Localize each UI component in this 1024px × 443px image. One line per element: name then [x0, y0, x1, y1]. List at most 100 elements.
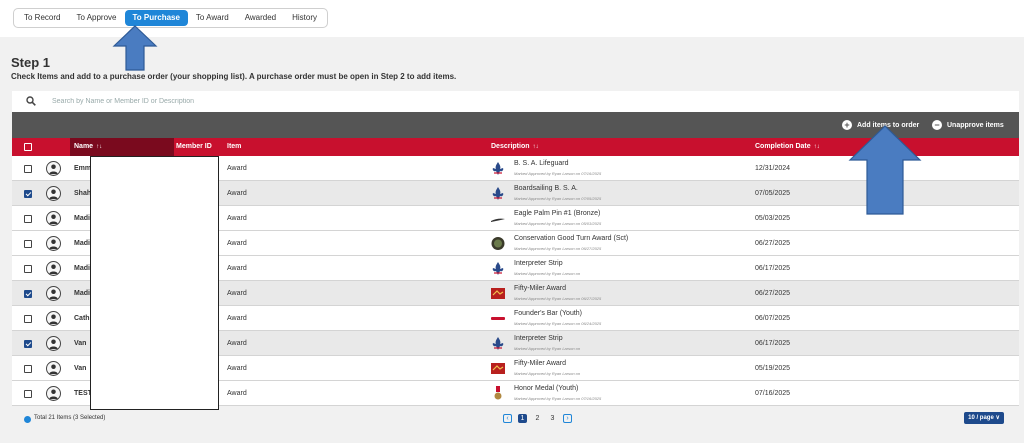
info-icon — [24, 416, 31, 423]
approval-note: Marked Approved by Ryan Larson on — [514, 271, 581, 276]
column-header-name[interactable]: Name ↑↓ — [74, 138, 102, 156]
total-items-count: Total 21 Items (3 Selected) — [34, 415, 106, 421]
completion-date: 06/07/2025 — [755, 315, 791, 322]
minus-icon: − — [932, 120, 942, 130]
annotation-arrow-up-tab — [112, 25, 158, 71]
page-1[interactable]: 1 — [518, 414, 527, 423]
step-instructions: Check Items and add to a purchase order … — [11, 72, 457, 81]
approval-note: Marked Approved by Ryan Larson on — [514, 371, 581, 376]
search-icon — [26, 96, 36, 106]
row-checkbox[interactable] — [24, 190, 32, 198]
item-type: Award — [227, 390, 247, 397]
tab-to-record[interactable]: To Record — [16, 10, 68, 26]
item-type: Award — [227, 365, 247, 372]
member-name: Madi — [74, 265, 90, 272]
bar-pin-icon — [490, 311, 506, 326]
sort-icon: ↑↓ — [96, 144, 103, 150]
page-size-select[interactable]: 10 / page ∨ — [964, 412, 1004, 424]
member-name: Shah — [74, 190, 92, 197]
sort-icon: ↑↓ — [813, 144, 820, 150]
item-type: Award — [227, 190, 247, 197]
completion-date: 05/03/2025 — [755, 215, 791, 222]
completion-date: 07/16/2025 — [755, 390, 791, 397]
approval-note: Marked Approved by Ryan Larson on 07/16/… — [514, 171, 602, 176]
avatar-icon — [46, 286, 61, 301]
member-name: Van — [74, 365, 87, 372]
red-patch-icon — [490, 286, 506, 301]
row-checkbox[interactable] — [24, 390, 32, 398]
avatar-icon — [46, 361, 61, 376]
tab-awarded[interactable]: Awarded — [237, 10, 284, 26]
row-checkbox[interactable] — [24, 365, 32, 373]
avatar-icon — [46, 161, 61, 176]
member-name: Van — [74, 340, 87, 347]
item-type: Award — [227, 165, 247, 172]
unapprove-items-button[interactable]: − Unapprove items — [932, 119, 1004, 131]
tab-to-award[interactable]: To Award — [188, 10, 237, 26]
avatar-icon — [46, 186, 61, 201]
column-header-completion-date[interactable]: Completion Date ↑↓ — [755, 138, 820, 156]
member-name: Cath — [74, 315, 90, 322]
search-bar — [12, 91, 1019, 112]
item-type: Award — [227, 265, 247, 272]
item-type: Award — [227, 290, 247, 297]
award-description: Interpreter Strip — [514, 335, 563, 342]
completion-date: 06/27/2025 — [755, 290, 791, 297]
award-description: Fifty-Miler Award — [514, 360, 566, 367]
approval-note: Marked Approved by Ryan Larson on — [514, 346, 581, 351]
award-description: Boardsailing B. S. A. — [514, 185, 578, 192]
page-3[interactable]: 3 — [548, 414, 557, 423]
column-date-label: Completion Date — [755, 143, 811, 150]
column-description-label: Description — [491, 143, 530, 150]
pagination: ‹ 1 2 3 › — [503, 414, 572, 423]
avatar-icon — [46, 211, 61, 226]
sort-icon: ↑↓ — [532, 144, 539, 150]
palm-pin-icon — [490, 211, 506, 226]
member-name: Emm — [74, 165, 92, 172]
next-page-button[interactable]: › — [563, 414, 572, 423]
medal-icon — [490, 386, 506, 401]
row-checkbox[interactable] — [24, 240, 32, 248]
select-all-checkbox[interactable] — [24, 143, 32, 151]
approval-note: Marked Approved by Ryan Larson on 07/05/… — [514, 196, 602, 201]
round-patch-icon — [490, 236, 506, 251]
fleur-de-lis-icon — [490, 336, 506, 351]
award-description: Founder's Bar (Youth) — [514, 310, 583, 317]
item-type: Award — [227, 240, 247, 247]
approval-note: Marked Approved by Ryan Larson on 06/24/… — [514, 321, 602, 326]
completion-date: 06/17/2025 — [755, 265, 791, 272]
step-title: Step 1 — [11, 55, 51, 70]
completion-date: 12/31/2024 — [755, 165, 791, 172]
row-checkbox[interactable] — [24, 315, 32, 323]
approval-note: Marked Approved by Ryan Larson on 06/27/… — [514, 246, 602, 251]
completion-date: 06/27/2025 — [755, 240, 791, 247]
avatar-icon — [46, 311, 61, 326]
prev-page-button[interactable]: ‹ — [503, 414, 512, 423]
tab-group: To Record To Approve To Purchase To Awar… — [13, 8, 329, 28]
row-checkbox[interactable] — [24, 215, 32, 223]
page-2[interactable]: 2 — [533, 414, 542, 423]
completion-date: 07/05/2025 — [755, 190, 791, 197]
column-header-item: Item — [227, 143, 242, 150]
member-name: Madi — [74, 215, 90, 222]
avatar-icon — [46, 386, 61, 401]
item-type: Award — [227, 315, 247, 322]
award-description: Honor Medal (Youth) — [514, 385, 579, 392]
fleur-de-lis-icon — [490, 186, 506, 201]
row-checkbox[interactable] — [24, 340, 32, 348]
award-description: B. S. A. Lifeguard — [514, 160, 569, 167]
approval-note: Marked Approved by Ryan Larson on 07/16/… — [514, 396, 602, 401]
fleur-de-lis-icon — [490, 261, 506, 276]
avatar-icon — [46, 261, 61, 276]
row-checkbox[interactable] — [24, 290, 32, 298]
avatar-icon — [46, 236, 61, 251]
search-input[interactable] — [52, 94, 652, 109]
row-checkbox[interactable] — [24, 165, 32, 173]
row-checkbox[interactable] — [24, 265, 32, 273]
completion-date: 05/19/2025 — [755, 365, 791, 372]
award-description: Eagle Palm Pin #1 (Bronze) — [514, 210, 601, 217]
column-header-description[interactable]: Description ↑↓ — [491, 138, 539, 156]
item-type: Award — [227, 340, 247, 347]
tab-history[interactable]: History — [284, 10, 325, 26]
member-name: Madi — [74, 240, 90, 247]
